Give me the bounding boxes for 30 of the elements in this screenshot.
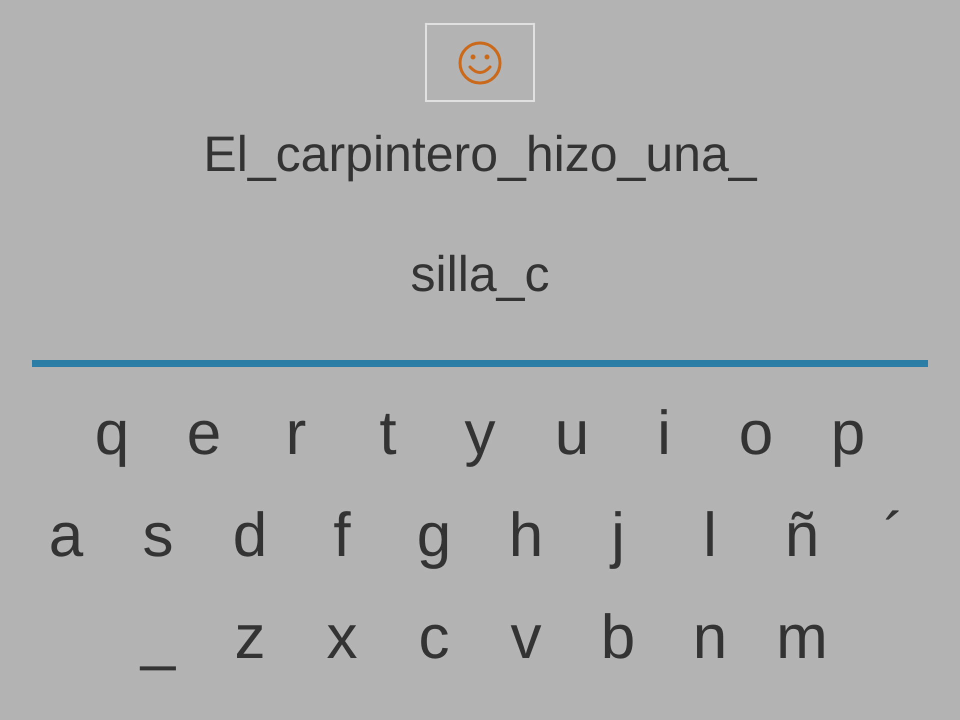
letter-key[interactable]: u bbox=[526, 397, 618, 471]
letter-key[interactable]: p bbox=[802, 397, 894, 471]
letter-key[interactable]: n bbox=[664, 601, 756, 675]
letter-key[interactable]: r bbox=[250, 397, 342, 471]
sentence-text: silla_c bbox=[410, 245, 550, 304]
smiley-icon bbox=[457, 40, 503, 86]
letter-key[interactable]: b bbox=[572, 601, 664, 675]
letter-key[interactable]: z bbox=[204, 601, 296, 675]
letter-key[interactable]: x bbox=[296, 601, 388, 675]
letter-key[interactable]: a bbox=[20, 499, 112, 573]
letter-key[interactable]: y bbox=[434, 397, 526, 471]
letter-key[interactable]: s bbox=[112, 499, 204, 573]
letter-key[interactable]: d bbox=[204, 499, 296, 573]
letter-key[interactable]: i bbox=[618, 397, 710, 471]
sentence-text: El_carpintero_hizo_una_ bbox=[203, 125, 757, 184]
letter-key[interactable]: q bbox=[66, 397, 158, 471]
letter-key[interactable]: l bbox=[664, 499, 756, 573]
letter-key[interactable]: j bbox=[572, 499, 664, 573]
letter-key[interactable]: f bbox=[296, 499, 388, 573]
letter-key[interactable]: _ bbox=[112, 601, 204, 675]
letter-key[interactable]: ñ bbox=[756, 499, 848, 573]
letter-key[interactable]: o bbox=[710, 397, 802, 471]
letter-key[interactable]: e bbox=[158, 397, 250, 471]
letter-key[interactable]: g bbox=[388, 499, 480, 573]
letter-key[interactable]: t bbox=[342, 397, 434, 471]
letter-key[interactable]: h bbox=[480, 499, 572, 573]
letter-key[interactable]: ´ bbox=[848, 499, 940, 573]
letter-key[interactable]: v bbox=[480, 601, 572, 675]
letter-key[interactable]: c bbox=[388, 601, 480, 675]
letter-key[interactable]: m bbox=[756, 601, 848, 675]
